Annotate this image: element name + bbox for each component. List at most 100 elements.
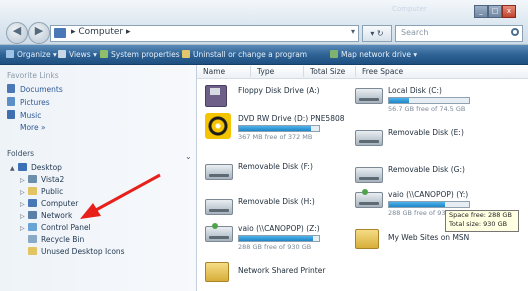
- removable-drive-icon: [205, 199, 233, 215]
- tree-item-label: Unused Desktop Icons: [41, 247, 125, 256]
- expand-icon[interactable]: ▲: [10, 165, 16, 172]
- free-space-text: 288 GB free of 930 GB: [238, 243, 312, 251]
- column-name[interactable]: Name: [203, 67, 225, 76]
- expand-icon[interactable]: ▷: [20, 201, 26, 208]
- uninstall-program-button[interactable]: Uninstall or change a program: [182, 48, 307, 61]
- free-space-text: 367 MB free of 372 MB: [238, 133, 313, 141]
- tree-item-recycle-bin[interactable]: Recycle Bin: [28, 235, 84, 244]
- drive-name: Floppy Disk Drive (A:): [238, 86, 320, 95]
- command-toolbar: Organize ▾ Views ▾ System properties Uni…: [0, 45, 528, 65]
- explorer-window: Computer _ □ x ◀ ▶ ▸ Computer ▸ ▾ ▾ ↻ Se…: [0, 0, 528, 291]
- drive-item-local-c[interactable]: Local Disk (C:) 56.7 GB free of 74.5 GB: [355, 85, 525, 115]
- nav-link-pictures[interactable]: Pictures: [7, 97, 50, 107]
- network-drive-icon: [355, 189, 383, 208]
- map-network-drive-icon: [330, 50, 338, 58]
- system-properties-button[interactable]: System properties: [100, 48, 180, 61]
- system-properties-icon: [100, 50, 108, 58]
- capacity-bar: [388, 97, 470, 104]
- documents-icon: [7, 84, 15, 93]
- content-pane: Name Type Total Size Free Space Floppy D…: [197, 65, 528, 291]
- drive-item-removable-h[interactable]: Removable Disk (H:): [205, 196, 355, 226]
- favorite-links-header: Favorite Links: [7, 71, 59, 80]
- expand-icon[interactable]: ▷: [20, 189, 26, 196]
- capacity-fill: [389, 98, 409, 103]
- back-button[interactable]: ◀: [6, 22, 28, 44]
- search-input[interactable]: Search: [395, 25, 523, 42]
- tree-item-unused-desktop-icons[interactable]: Unused Desktop Icons: [28, 247, 125, 256]
- tree-item-network[interactable]: ▷ Network: [20, 211, 72, 220]
- folders-header[interactable]: Folders: [7, 149, 34, 158]
- tree-item-label: Computer: [41, 199, 79, 208]
- drive-name: Removable Disk (G:): [388, 165, 465, 174]
- nav-link-music[interactable]: Music: [7, 110, 41, 120]
- drive-name: Network Shared Printer: [238, 266, 326, 275]
- address-bar[interactable]: ▸ Computer ▸ ▾: [50, 25, 359, 42]
- map-network-drive-button[interactable]: Map network drive ▾: [330, 48, 417, 61]
- close-icon: x: [506, 7, 512, 15]
- drive-item-floppy-a[interactable]: Floppy Disk Drive (A:): [205, 85, 355, 115]
- drive-item-network-printer[interactable]: Network Shared Printer: [205, 260, 355, 290]
- drive-name: Removable Disk (H:): [238, 197, 315, 206]
- removable-drive-icon: [355, 130, 383, 146]
- expand-icon[interactable]: ▷: [20, 225, 26, 232]
- tree-item-vista2[interactable]: ▷ Vista2: [20, 175, 64, 184]
- column-divider[interactable]: [250, 66, 251, 77]
- tooltip-space-free: Space free: 288 GB: [449, 211, 512, 219]
- removable-drive-icon: [355, 167, 383, 183]
- chevron-down-icon[interactable]: ▾: [351, 27, 355, 36]
- nav-link-label: Documents: [20, 85, 63, 94]
- drive-item-removable-f[interactable]: Removable Disk (F:): [205, 161, 355, 191]
- minimize-button[interactable]: _: [474, 5, 488, 18]
- column-type[interactable]: Type: [257, 67, 274, 76]
- drive-item-dvd-d[interactable]: DVD RW Drive (D:) PNE5808 367 MB free of…: [205, 113, 355, 143]
- search-placeholder: Search: [401, 28, 429, 37]
- maximize-button[interactable]: □: [488, 5, 502, 18]
- window-caption: Computer: [392, 5, 427, 13]
- nav-link-documents[interactable]: Documents: [7, 84, 63, 94]
- address-text: ▸ Computer ▸: [71, 27, 131, 37]
- column-total-size[interactable]: Total Size: [310, 67, 345, 76]
- back-arrow-icon: ◀: [12, 24, 22, 37]
- organize-label: Organize ▾: [17, 50, 57, 59]
- expand-icon[interactable]: ▷: [20, 213, 26, 220]
- removable-drive-icon: [205, 164, 233, 180]
- drive-item-network-z[interactable]: vaio (\\CANOPOP) (Z:) 288 GB free of 930…: [205, 223, 355, 253]
- column-divider[interactable]: [355, 66, 356, 77]
- folder-icon: [355, 229, 379, 249]
- tree-item-public[interactable]: ▷ Public: [20, 187, 63, 196]
- search-icon[interactable]: [511, 28, 519, 36]
- column-free-space[interactable]: Free Space: [362, 67, 403, 76]
- folder-icon: [28, 247, 37, 255]
- nav-link-more[interactable]: More »: [20, 123, 46, 132]
- network-icon: [28, 211, 37, 219]
- close-button[interactable]: x: [502, 5, 516, 18]
- tree-item-label: Network: [41, 211, 73, 220]
- tree-item-control-panel[interactable]: ▷ Control Panel: [20, 223, 91, 232]
- views-icon: [58, 50, 66, 58]
- tree-item-label: Desktop: [31, 163, 62, 172]
- drive-item-removable-e[interactable]: Removable Disk (E:): [355, 127, 525, 157]
- tree-item-label: Public: [41, 187, 64, 196]
- title-bar: Computer _ □ x ◀ ▶ ▸ Computer ▸ ▾ ▾ ↻ Se…: [0, 0, 528, 45]
- minimize-icon: _: [479, 7, 483, 15]
- chevron-down-icon[interactable]: ⌄: [185, 152, 192, 161]
- tree-item-desktop[interactable]: ▲ Desktop: [10, 163, 62, 172]
- expand-icon[interactable]: ▷: [20, 177, 26, 184]
- forward-button[interactable]: ▶: [28, 22, 50, 44]
- uninstall-label: Uninstall or change a program: [193, 50, 308, 59]
- refresh-button[interactable]: ▾ ↻: [362, 25, 392, 42]
- tree-item-computer[interactable]: ▷ Computer: [20, 199, 78, 208]
- drive-name: vaio (\\CANOPOP) (Z:): [238, 224, 320, 233]
- column-divider[interactable]: [303, 66, 304, 77]
- recycle-bin-icon: [28, 235, 37, 243]
- user-folder-icon: [28, 175, 37, 183]
- capacity-bar: [238, 235, 320, 242]
- tree-item-label: Vista2: [41, 175, 65, 184]
- drive-name: vaio (\\CANOPOP) (Y:): [388, 190, 469, 199]
- capacity-fill: [389, 202, 445, 207]
- views-button[interactable]: Views ▾: [58, 48, 97, 61]
- floppy-drive-icon: [205, 85, 227, 107]
- organize-button[interactable]: Organize ▾: [6, 48, 57, 61]
- pictures-icon: [7, 97, 15, 106]
- navigation-pane: Favorite Links Documents Pictures Music …: [0, 65, 197, 291]
